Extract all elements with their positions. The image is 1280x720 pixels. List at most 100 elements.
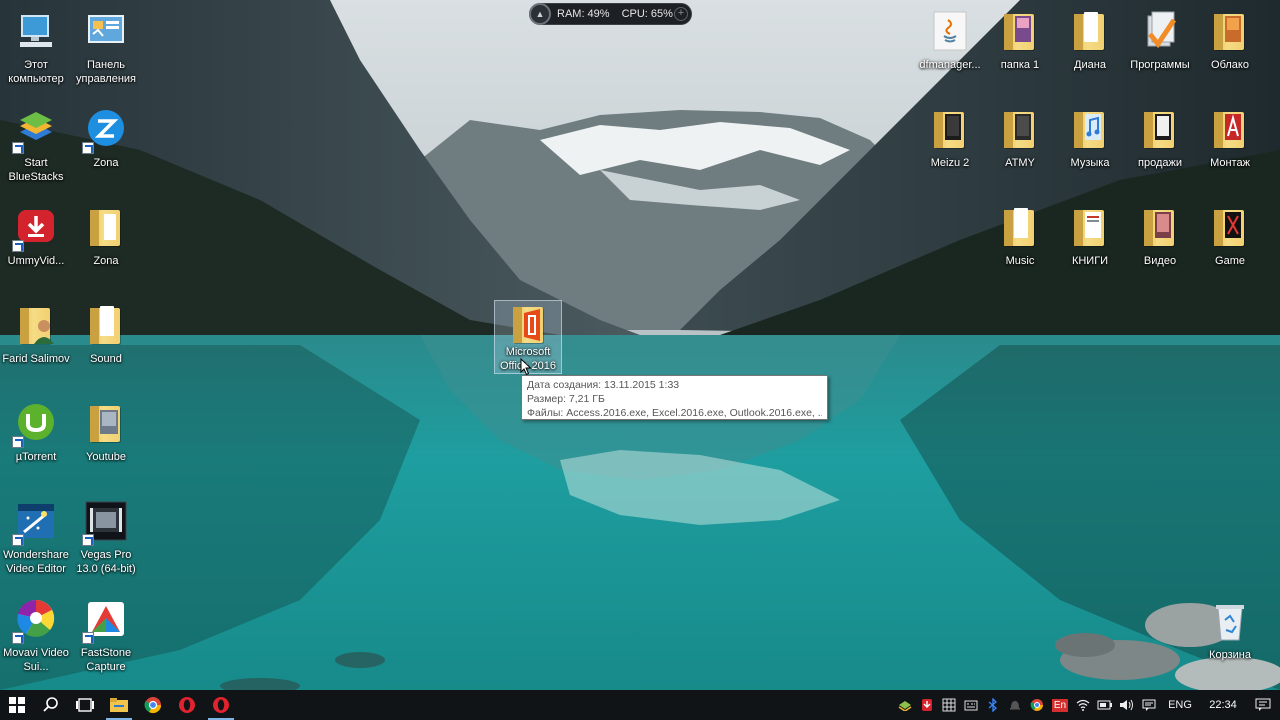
office-folder-icon — [506, 305, 550, 343]
tray-app-green-icon[interactable] — [894, 690, 916, 720]
shortcut-arrow-icon — [12, 142, 24, 154]
computer-icon — [14, 10, 58, 54]
task-view-icon — [76, 698, 94, 712]
tray-app-red-icon[interactable] — [916, 690, 938, 720]
faststone-icon — [82, 598, 128, 644]
search-icon — [43, 697, 58, 712]
action-center-tray-icon[interactable] — [1138, 690, 1160, 720]
desktop-icon-video[interactable]: Видео — [1124, 200, 1196, 290]
folder-icon — [1138, 206, 1182, 250]
notification-bell-icon[interactable] — [1004, 690, 1026, 720]
folder-icon — [1068, 206, 1112, 250]
battery-icon[interactable] — [1094, 690, 1116, 720]
user-folder-icon — [14, 304, 58, 348]
bluestacks-icon — [12, 108, 58, 154]
file-explorer-icon — [110, 698, 128, 712]
desktop-icon-wondershare[interactable]: Wondershare Video Editor — [0, 494, 72, 584]
desktop-icon-utorrent[interactable]: µTorrent — [0, 396, 72, 486]
gadget-logo-icon: ▲ — [529, 3, 551, 25]
desktop-icon-movavi[interactable]: Movavi Video Sui... — [0, 592, 72, 682]
shortcut-arrow-icon — [82, 534, 94, 546]
input-indicator[interactable]: En — [1048, 690, 1072, 720]
tooltip-size: Размер: 7,21 ГБ — [527, 393, 605, 405]
clock[interactable]: 22:34 — [1200, 699, 1246, 711]
folder-icon — [998, 206, 1042, 250]
tooltip-files: Файлы: Access.2016.exe, Excel.2016.exe, … — [527, 407, 822, 419]
tray-chrome-icon[interactable] — [1026, 690, 1048, 720]
volume-icon[interactable] — [1116, 690, 1138, 720]
opera-icon — [179, 697, 195, 713]
folder-icon — [1208, 10, 1252, 54]
desktop-icon-control-panel[interactable]: Панель управления — [70, 4, 142, 94]
mouse-cursor-icon — [520, 358, 532, 376]
taskbar-chrome[interactable] — [136, 690, 170, 720]
system-monitor-gadget[interactable]: ▲ RAM: 49% CPU: 65% + — [529, 3, 692, 25]
start-button[interactable] — [0, 690, 34, 720]
zona-app-icon — [82, 108, 128, 154]
taskbar-opera-2[interactable] — [204, 690, 238, 720]
desktop-icon-recycle-bin[interactable]: Корзина — [1194, 594, 1266, 684]
desktop-icon-meizu2[interactable]: Meizu 2 — [914, 102, 986, 192]
ummy-video-icon — [12, 206, 58, 252]
movavi-icon — [12, 598, 58, 644]
folder-icon — [1208, 206, 1252, 250]
shortcut-arrow-icon — [12, 632, 24, 644]
vegas-icon — [82, 500, 128, 546]
folder-icon — [1068, 108, 1112, 152]
opera-icon — [213, 697, 229, 713]
search-button[interactable] — [34, 690, 68, 720]
desktop-icon-papka1[interactable]: папка 1 — [984, 4, 1056, 94]
desktop-icon-zona-app[interactable]: Zona — [70, 102, 142, 192]
tray-grid-icon[interactable] — [938, 690, 960, 720]
desktop-icon-ummy[interactable]: UmmyVid... — [0, 200, 72, 290]
shortcut-arrow-icon — [12, 240, 24, 252]
desktop-icon-farid[interactable]: Farid Salimov — [0, 298, 72, 388]
tray-keyboard-icon[interactable] — [960, 690, 982, 720]
folder-icon — [1068, 10, 1112, 54]
shortcut-arrow-icon — [82, 632, 94, 644]
folder-icon — [998, 108, 1042, 152]
ram-usage: RAM: 49% — [557, 8, 610, 20]
desktop-icon-atmy[interactable]: ATMY — [984, 102, 1056, 192]
taskbar-file-explorer[interactable] — [102, 690, 136, 720]
chrome-icon — [144, 697, 162, 714]
folder-icon — [928, 108, 972, 152]
desktop-icon-programs[interactable]: Программы — [1124, 4, 1196, 94]
task-view-button[interactable] — [68, 690, 102, 720]
java-icon — [928, 10, 972, 54]
gadget-add-button[interactable]: + — [674, 7, 688, 21]
desktop-icon-faststone[interactable]: FastStone Capture — [70, 592, 142, 682]
file-info-tooltip: Дата создания: 13.11.2015 1:33 Размер: 7… — [521, 375, 828, 420]
programs-folder-icon — [1138, 10, 1182, 54]
desktop-icon-this-pc[interactable]: Этот компьютер — [0, 4, 72, 94]
desktop-icon-knigi[interactable]: КНИГИ — [1054, 200, 1126, 290]
desktop-icon-youtube[interactable]: Youtube — [70, 396, 142, 486]
desktop-icon-prodazhi[interactable]: продажи — [1124, 102, 1196, 192]
desktop-icon-dfmanager[interactable]: dfmanager... — [914, 4, 986, 94]
desktop-icon-game[interactable]: Game — [1194, 200, 1266, 290]
cpu-usage: CPU: 65% — [621, 8, 673, 20]
notification-center-button[interactable] — [1246, 690, 1280, 720]
shortcut-arrow-icon — [82, 142, 94, 154]
desktop-icon-diana[interactable]: Диана — [1054, 4, 1126, 94]
language-indicator[interactable]: ENG — [1160, 690, 1200, 720]
wondershare-icon — [12, 500, 58, 546]
desktop-icon-vegas[interactable]: Vegas Pro 13.0 (64-bit) — [70, 494, 142, 584]
desktop-icon-montazh[interactable]: Монтаж — [1194, 102, 1266, 192]
taskbar-opera-1[interactable] — [170, 690, 204, 720]
folder-icon — [1208, 108, 1252, 152]
windows-logo-icon — [9, 697, 25, 713]
desktop-icon-zona-folder[interactable]: Zona — [70, 200, 142, 290]
message-icon — [1255, 698, 1271, 711]
taskbar: En ENG 22:34 — [0, 690, 1280, 720]
desktop-icon-muzyka[interactable]: Музыка — [1054, 102, 1126, 192]
folder-icon — [1138, 108, 1182, 152]
desktop-icon-oblako[interactable]: Облако — [1194, 4, 1266, 94]
recycle-bin-icon — [1208, 600, 1252, 644]
wifi-icon[interactable] — [1072, 690, 1094, 720]
bluetooth-icon[interactable] — [982, 690, 1004, 720]
desktop-icon-sound[interactable]: Sound — [70, 298, 142, 388]
utorrent-icon — [12, 402, 58, 448]
desktop-icon-music[interactable]: Music — [984, 200, 1056, 290]
desktop-icon-bluestacks[interactable]: Start BlueStacks — [0, 102, 72, 192]
